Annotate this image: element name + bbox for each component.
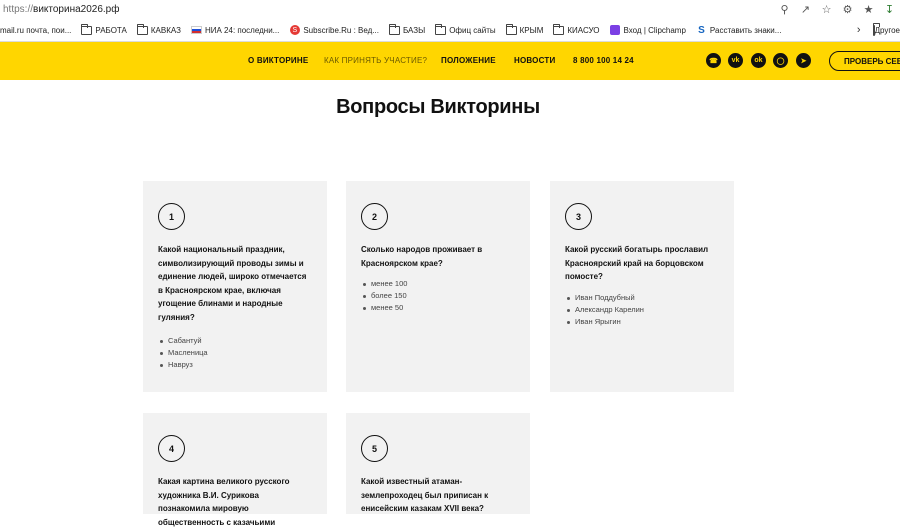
answer-option[interactable]: Масленица [158,347,312,359]
nav-regulations[interactable]: ПОЛОЖЕНИЕ [441,56,496,65]
bookmarks-bar: mail.ru почта, пои... РАБОТА КАВКАЗ НИА … [0,19,900,42]
s-icon: S [698,24,705,36]
answer-option[interactable]: Иван Поддубный [565,292,719,304]
question-text: Сколько народов проживает в Красноярском… [361,245,483,268]
question-text: Какой национальный праздник, символизиру… [158,245,307,322]
bookmark-rabota[interactable]: РАБОТА [81,23,127,35]
bookmark-znaki[interactable]: S Расставить знаки... [696,24,781,36]
answer-option[interactable]: Сабантуй [158,335,312,347]
chevron-right-icon[interactable]: › [857,24,861,36]
phone-icon[interactable]: ☎ [706,53,721,68]
answer-option[interactable]: более 150 [361,290,515,302]
share-icon[interactable]: ↗ [797,1,814,18]
answer-option[interactable]: Навруз [158,359,312,371]
folder-icon [435,23,447,35]
question-number: 1 [158,203,185,230]
nav-news[interactable]: НОВОСТИ [514,56,555,65]
answer-option[interactable]: менее 100 [361,278,515,290]
bookmark-krym[interactable]: КРЫМ [505,23,543,35]
nav-how-to-participate[interactable]: КАК ПРИНЯТЬ УЧАСТИЕ? [324,56,427,65]
address-bar[interactable]: https://викторина2026.рф ⚲ ↗ ☆ ⚙ ★ ↧ [0,0,900,19]
bookmark-mail[interactable]: mail.ru почта, пои... [0,26,71,35]
download-icon[interactable]: ↧ [881,1,898,18]
question-card: 1 Какой национальный праздник, символизи… [143,181,327,392]
search-icon[interactable]: ⚲ [776,1,793,18]
telegram-icon[interactable]: ➤ [796,53,811,68]
question-text: Какой русский богатырь прославил Красноя… [565,245,709,281]
folder-icon [872,24,875,36]
check-yourself-button[interactable]: ПРОВЕРЬ СЕБЯ [829,51,900,71]
question-number: 2 [361,203,388,230]
bookmark-subscribe[interactable]: S Subscribe.Ru : Вед... [289,25,379,35]
bookmark-nia24[interactable]: НИА 24: последни... [190,25,279,35]
bookmark-ofic[interactable]: Офиц сайты [435,23,496,35]
bookmark-bazy[interactable]: БАЗЫ [388,23,425,35]
bookmark-clipchamp[interactable]: Вход | Clipchamp [610,25,686,35]
folder-icon [388,23,400,35]
question-card: 4 Какая картина великого русского художн… [143,413,327,527]
ok-icon[interactable]: ok [751,53,766,68]
vk-icon[interactable]: vk [728,53,743,68]
question-card: 3 Какой русский богатырь прославил Красн… [550,181,734,392]
answer-option[interactable]: Александр Карелин [565,304,719,316]
max-icon[interactable]: ◯ [773,53,788,68]
clipchamp-icon [610,25,621,35]
bookmark-kiasuo[interactable]: КИАСУО [553,23,600,35]
question-number: 3 [565,203,592,230]
question-text: Какая картина великого русского художник… [158,477,290,527]
folder-icon [81,23,93,35]
url-field[interactable]: https://викторина2026.рф [0,4,772,15]
answer-option[interactable]: Иван Ярыгин [565,316,719,328]
answer-options: Иван Поддубный Александр Карелин Иван Яр… [565,292,719,328]
page-title: Вопросы Викторины [336,96,540,118]
answer-options: Сабантуй Масленица Навруз [158,335,312,371]
answer-options: менее 100 более 150 менее 50 [361,278,515,314]
folder-icon [553,23,565,35]
question-card: 5 Какой известный атаман-землепроходец б… [346,413,530,514]
flag-icon [190,25,202,35]
folder-icon [505,23,517,35]
star-icon[interactable]: ☆ [818,1,835,18]
answer-option[interactable]: менее 50 [361,302,515,314]
question-text: Какой известный атаман-землепроходец был… [361,477,489,513]
question-number: 5 [361,435,388,462]
extension-icon[interactable]: ⚙ [839,1,856,18]
site-header: О ВИКТОРИНЕ КАК ПРИНЯТЬ УЧАСТИЕ? ПОЛОЖЕН… [0,42,900,80]
bookmark-other[interactable]: Другое [872,24,900,36]
question-card: 2 Сколько народов проживает в Красноярск… [346,181,530,392]
folder-icon [136,23,148,35]
nav-about[interactable]: О ВИКТОРИНЕ [248,56,308,65]
phone-number[interactable]: 8 800 100 14 24 [573,56,634,65]
favorites-icon[interactable]: ★ [860,1,877,18]
subscribe-icon: S [289,25,300,35]
bookmark-kavkaz[interactable]: КАВКАЗ [136,23,181,35]
question-number: 4 [158,435,185,462]
